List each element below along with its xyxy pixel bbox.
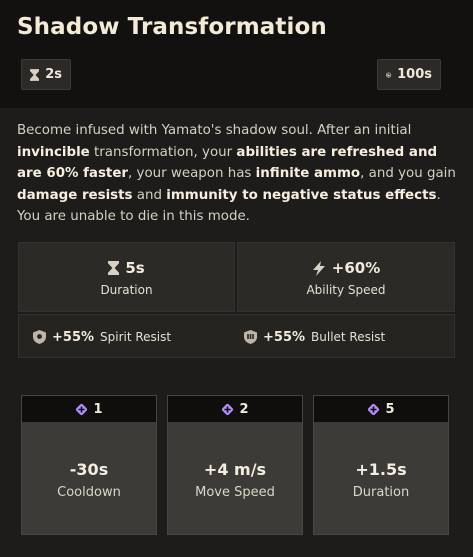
cast-time-value: 2s: [45, 67, 62, 82]
hourglass-icon: [30, 68, 40, 81]
upgrade-value: -30s: [69, 460, 109, 479]
upgrade-tier-number: 5: [385, 401, 395, 417]
description-text: and: [132, 187, 167, 203]
description-highlight: infinite ammo: [255, 166, 361, 181]
ability-description: Become infused with Yamato's shadow soul…: [17, 120, 462, 228]
description-text: , and you gain: [360, 166, 456, 181]
bullet-resist-stat: +55% Bullet Resist: [244, 315, 385, 359]
spirit-resist-label: Spirit Resist: [100, 330, 172, 344]
upgrade-label: Duration: [352, 485, 410, 500]
cooldown-badge: 100s: [377, 59, 441, 90]
bullet-resist-label: Bullet Resist: [311, 330, 386, 344]
bullet-shield-icon: [244, 330, 257, 344]
description-text: , your weapon has: [128, 166, 256, 181]
cooldown-icon: [386, 71, 392, 78]
upgrade-tier-3[interactable]: 5 +1.5s Duration: [313, 395, 449, 535]
ability-header: Shadow Transformation 2s 100s: [0, 0, 473, 108]
ability-speed-value: +60%: [331, 259, 381, 277]
upgrade-value: +1.5s: [355, 460, 407, 479]
ability-point-icon: [368, 403, 380, 415]
bullet-resist-value: +55%: [263, 329, 306, 345]
upgrade-tier-header: 1: [22, 396, 156, 422]
description-highlight: damage resists: [17, 187, 133, 203]
duration-value: 5s: [125, 259, 145, 277]
upgrade-tier-number: 2: [239, 401, 249, 417]
upgrade-tier-2[interactable]: 2 +4 m/s Move Speed: [167, 395, 303, 535]
upgrade-tier-header: 2: [168, 396, 302, 422]
spirit-shield-icon: [33, 330, 46, 344]
lightning-icon: [312, 260, 325, 276]
ability-speed-label: Ability Speed: [306, 283, 386, 297]
resist-row: +55% Spirit Resist +55% Bullet Resist: [18, 314, 455, 358]
spirit-resist-value: +55%: [52, 329, 95, 345]
ability-point-icon: [76, 403, 88, 415]
hourglass-icon: [108, 261, 120, 275]
cooldown-value: 100s: [397, 67, 432, 82]
upgrade-tier-header: 5: [314, 396, 448, 422]
ability-title: Shadow Transformation: [17, 14, 327, 40]
description-text: transformation, your: [89, 144, 237, 160]
ability-speed-stat: +60% Ability Speed: [237, 242, 455, 312]
description-highlight: immunity to negative status effects: [166, 187, 437, 203]
description-highlight: invincible: [17, 144, 90, 160]
upgrade-label: Move Speed: [195, 485, 275, 500]
upgrade-tier-number: 1: [93, 401, 103, 417]
duration-label: Duration: [100, 283, 153, 297]
duration-stat: 5s Duration: [18, 242, 235, 312]
upgrade-label: Cooldown: [57, 485, 121, 500]
upgrade-tier-1[interactable]: 1 -30s Cooldown: [21, 395, 157, 535]
upgrade-value: +4 m/s: [203, 460, 267, 479]
cast-time-badge: 2s: [21, 59, 71, 90]
spirit-resist-stat: +55% Spirit Resist: [33, 315, 171, 359]
ability-point-icon: [222, 403, 234, 415]
description-text: Become infused with Yamato's shadow soul…: [17, 123, 412, 138]
